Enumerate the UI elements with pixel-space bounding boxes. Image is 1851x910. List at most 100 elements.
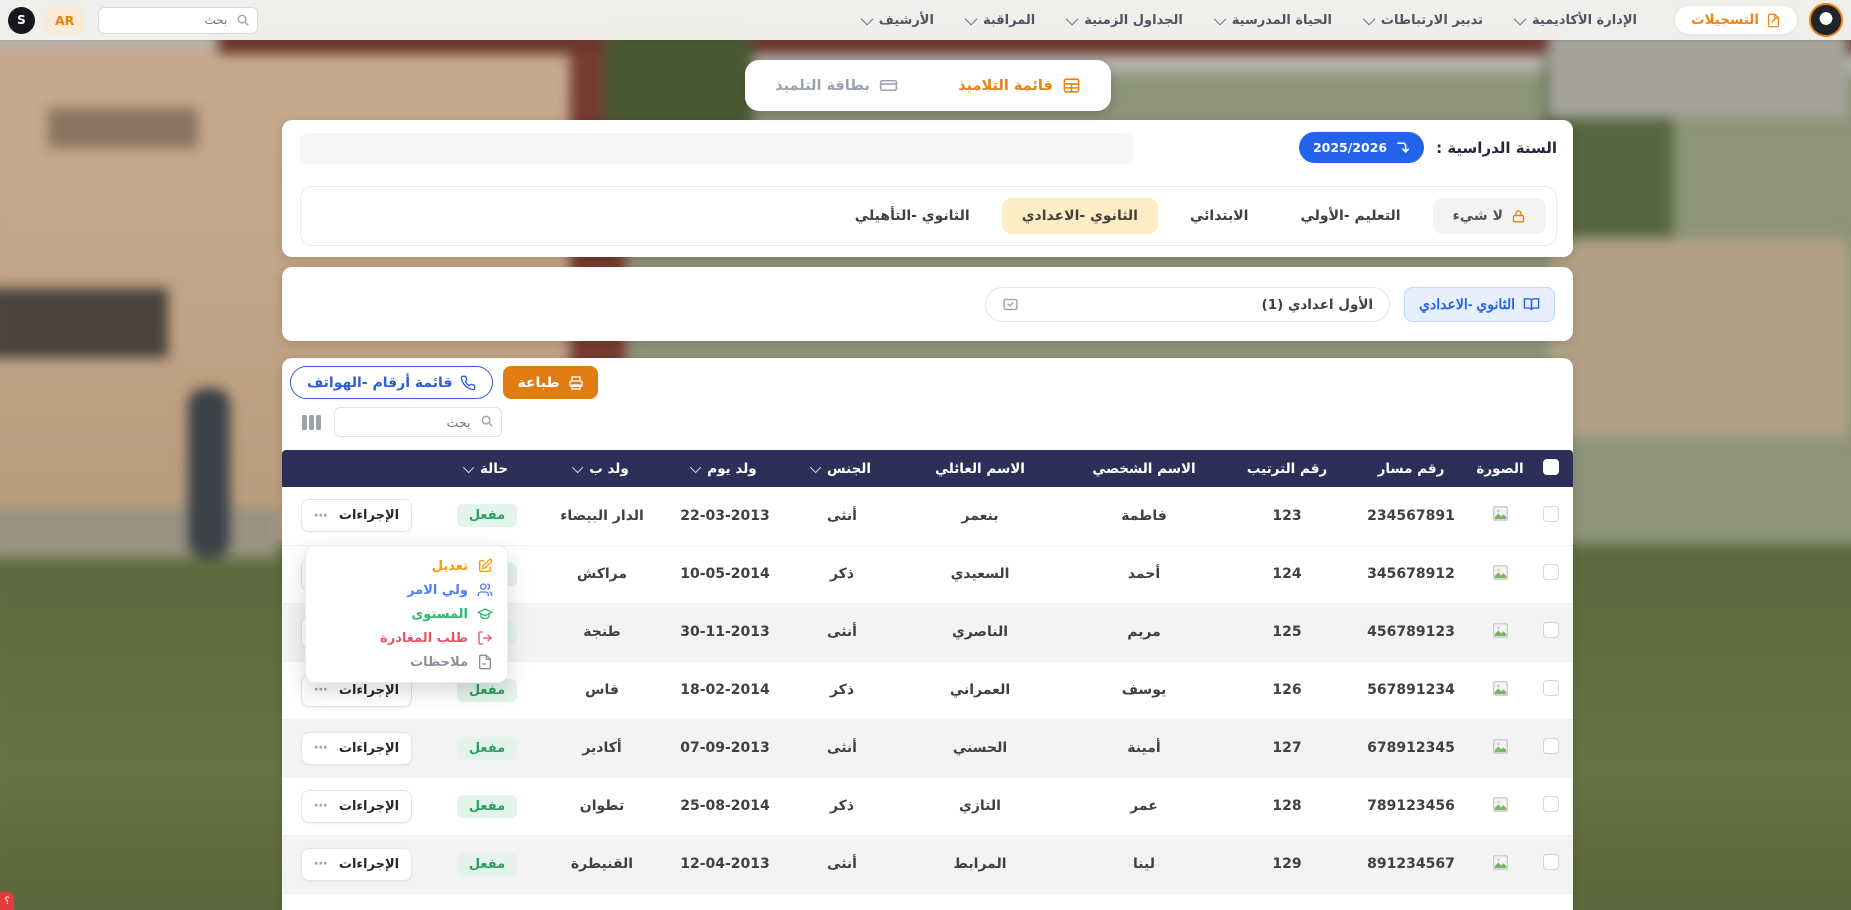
broken-image-icon	[1492, 854, 1509, 871]
selected-level-button[interactable]: الثانوي -الاعدادي	[1404, 287, 1555, 322]
row-checkbox[interactable]	[1543, 564, 1559, 580]
cell-gender: ذكر	[789, 777, 895, 835]
cell-last-name: التازي	[895, 777, 1065, 835]
table-row[interactable]: 678912345 127 أمينة الحسني أنثى 07-09-20…	[282, 719, 1573, 777]
table-header: الصورة رقم مسار رقم الترتيب الاسم الشخصي…	[282, 450, 1573, 487]
col-first-name: الاسم الشخصي	[1065, 450, 1223, 487]
cell-massar: 456789123	[1351, 603, 1471, 661]
cell-birth-place: الدار البيضاء	[543, 487, 661, 545]
print-button[interactable]: طباعة	[503, 366, 597, 399]
leave-icon	[477, 630, 493, 646]
status-badge: مفعل	[457, 504, 517, 527]
col-birth-place-sort[interactable]: ولد ب	[543, 450, 661, 487]
col-order: رقم الترتيب	[1223, 450, 1351, 487]
actions-menu-item-4[interactable]: ملاحظات	[306, 650, 507, 674]
cell-first-name: أحمد	[1065, 545, 1223, 603]
students-table-panel: طباعة قائمة أرقام -الهواتف	[282, 358, 1573, 910]
cell-first-name: أمينة	[1065, 719, 1223, 777]
chevron-down-icon	[690, 461, 701, 472]
row-checkbox[interactable]	[1543, 506, 1559, 522]
actions-menu-item-2[interactable]: المستوى	[306, 602, 507, 626]
school-logo-icon[interactable]	[1809, 3, 1843, 37]
cell-order: 127	[1223, 719, 1351, 777]
select-all-checkbox[interactable]	[1543, 459, 1559, 475]
cell-first-name: يوسف	[1065, 661, 1223, 719]
level-tab-2[interactable]: الابتدائي	[1170, 198, 1269, 234]
phone-icon	[460, 375, 476, 391]
level-tab-1[interactable]: التعليم -الأولي	[1280, 198, 1420, 234]
cell-last-name: الناصري	[895, 603, 1065, 661]
level-tab-0[interactable]: لا شيء	[1433, 198, 1546, 234]
row-checkbox[interactable]	[1543, 854, 1559, 870]
cell-last-name: المرابط	[895, 835, 1065, 893]
row-actions-button[interactable]: الإجراءات⋯	[301, 499, 412, 532]
printer-icon	[568, 375, 584, 391]
table-row[interactable]: 234567891 123 فاطمة بنعمر أنثى 22-03-201…	[282, 487, 1573, 545]
school-year-selector[interactable]: 2025/2026	[1299, 132, 1424, 163]
edit-icon	[477, 558, 493, 574]
level-tab-4[interactable]: الثانوي -التأهيلي	[835, 198, 990, 234]
row-actions-button[interactable]: الإجراءات⋯	[301, 732, 412, 765]
cell-order: 124	[1223, 545, 1351, 603]
cell-birth-place: فاس	[543, 661, 661, 719]
cell-order: 128	[1223, 777, 1351, 835]
chevron-down-icon	[860, 12, 873, 25]
actions-menu-item-0[interactable]: تعديل	[306, 554, 507, 578]
table-icon	[1062, 76, 1081, 95]
cell-order: 129	[1223, 835, 1351, 893]
top-navbar: التسجيلات الإدارة الأكاديمية تدبير الارتب…	[0, 0, 1851, 40]
nav-item-registrations[interactable]: التسجيلات	[1675, 6, 1797, 34]
col-actions	[282, 450, 431, 487]
row-checkbox[interactable]	[1543, 622, 1559, 638]
broken-image-icon	[1492, 738, 1509, 755]
tab-student-list[interactable]: قائمة التلاميذ	[928, 60, 1111, 111]
col-gender-sort[interactable]: الجنس	[789, 450, 895, 487]
corner-help-badge[interactable]: ؟	[0, 892, 14, 910]
global-search-input[interactable]	[98, 7, 258, 34]
cell-massar: 345678912	[1351, 545, 1471, 603]
nav-menu-item-4[interactable]: المراقبة	[968, 13, 1035, 28]
tab-student-card[interactable]: بطاقة التلميذ	[745, 60, 928, 111]
col-birth-date-sort[interactable]: ولد يوم	[661, 450, 789, 487]
cell-gender: ذكر	[789, 545, 895, 603]
year-strip	[300, 133, 1133, 164]
chevron-down-icon	[572, 461, 583, 472]
cell-gender: ذكر	[789, 661, 895, 719]
nav-menu-item-3[interactable]: الجداول الزمنية	[1069, 13, 1183, 28]
cell-first-name: عمر	[1065, 777, 1223, 835]
chevron-down-icon	[1066, 12, 1079, 25]
cell-birth-place: القنيطرة	[543, 835, 661, 893]
cell-gender: أنثى	[789, 487, 895, 545]
nav-menu-item-2[interactable]: الحياة المدرسية	[1217, 13, 1332, 28]
row-actions-button[interactable]: الإجراءات⋯	[301, 790, 412, 823]
nav-menu-item-5[interactable]: الأرشيف	[864, 13, 934, 28]
status-badge: مفعل	[457, 853, 517, 876]
row-checkbox[interactable]	[1543, 680, 1559, 696]
global-search	[98, 7, 258, 34]
cell-gender: أنثى	[789, 719, 895, 777]
actions-menu-item-3[interactable]: طلب المغادرة	[306, 626, 507, 650]
table-row[interactable]: 891234567 129 لينا المرابط أنثى 12-04-20…	[282, 835, 1573, 893]
nav-menu-item-1[interactable]: تدبير الارتباطات	[1366, 13, 1483, 28]
user-avatar[interactable]: S	[8, 7, 35, 34]
cell-birth-date: 30-11-2013	[661, 603, 789, 661]
row-actions-button[interactable]: الإجراءات⋯	[301, 848, 412, 881]
columns-toggle-icon[interactable]	[302, 415, 321, 430]
cell-birth-place: أكادير	[543, 719, 661, 777]
row-checkbox[interactable]	[1543, 738, 1559, 754]
class-chip[interactable]: الأول اعدادي (1)	[985, 287, 1390, 322]
level-tab-3[interactable]: الثانوي -الاعدادي	[1002, 198, 1158, 234]
nav-menu-item-0[interactable]: الإدارة الأكاديمية	[1517, 13, 1637, 28]
col-status-sort[interactable]: حالة	[431, 450, 543, 487]
broken-image-icon	[1492, 505, 1509, 522]
table-search-input[interactable]	[334, 407, 502, 437]
table-row[interactable]: 789123456 128 عمر التازي ذكر 25-08-2014 …	[282, 777, 1573, 835]
col-massar: رقم مسار	[1351, 450, 1471, 487]
cell-first-name: مريم	[1065, 603, 1223, 661]
cell-first-name: لينا	[1065, 835, 1223, 893]
actions-menu-item-1[interactable]: ولي الامر	[306, 578, 507, 602]
phone-list-button[interactable]: قائمة أرقام -الهواتف	[290, 366, 493, 399]
row-checkbox[interactable]	[1543, 796, 1559, 812]
main-menu: الإدارة الأكاديمية تدبير الارتباطات الحياة…	[864, 13, 1637, 28]
language-switcher[interactable]: AR	[45, 7, 84, 34]
